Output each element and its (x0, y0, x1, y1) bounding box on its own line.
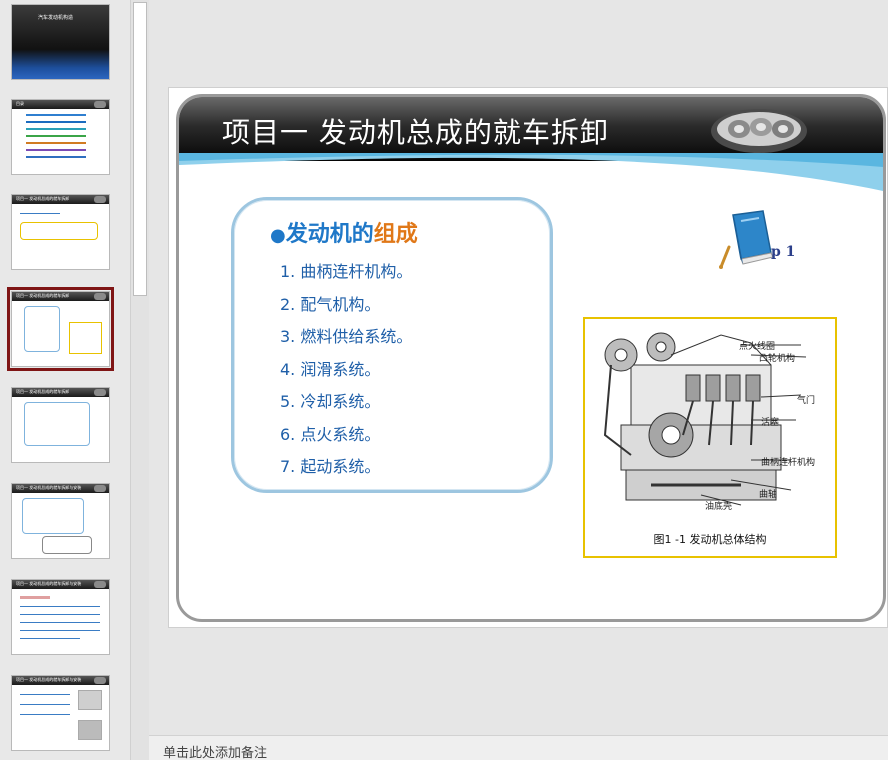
thumbnail-6-header: 项目一 发动机总成的就车拆卸与安装 (12, 484, 109, 493)
thumbnail-2-header: 目录 (12, 100, 109, 109)
thumbnail-8-header: 项目一 发动机总成的就车拆卸与安装 (12, 676, 109, 685)
page-reference: p 1 (771, 244, 796, 260)
slide-thumbnail-1[interactable]: 汽车发动机构造 (11, 4, 110, 80)
list-item: 7. 起动系统。 (280, 457, 381, 476)
thumbnail-3-title: 项目一 发动机总成的就车拆卸 (16, 196, 70, 201)
list-item: 2. 配气机构。 (280, 294, 381, 314)
figure-caption: 图1 -1 发动机总体结构 (653, 533, 767, 546)
list-item: 5. 冷却系统。 (280, 392, 381, 411)
thumbnail-4-header: 项目一 发动机总成的就车拆卸 (12, 292, 109, 301)
thumbnail-2-title: 目录 (16, 101, 24, 106)
engine-photo-icon (711, 109, 807, 153)
label-crankshaft: 曲轴 (759, 490, 778, 500)
thumbnail-6-title: 项目一 发动机总成的就车拆卸与安装 (16, 485, 82, 490)
notes-pane[interactable]: 单击此处添加备注 (149, 735, 888, 760)
composition-heading: ●发动机的组成 (270, 216, 418, 248)
slide-thumbnail-7[interactable]: 项目一 发动机总成的就车拆卸与安装 (11, 579, 110, 655)
slide-thumbnail-pane: 汽车发动机构造 目录 项目一 发动机总成的就车拆卸 项目一 发动机总成的就车拆卸… (0, 0, 130, 760)
label-camshaft: 凸轮机构 (759, 354, 796, 364)
heading-accent-text: 组成 (373, 222, 418, 247)
thumbnail-5-title: 项目一 发动机总成的就车拆卸 (16, 389, 70, 394)
list-item: 3. 燃料供给系统。 (280, 327, 413, 346)
list-item: 1. 曲柄连杆机构。 (280, 262, 413, 281)
thumbnail-7-title: 项目一 发动机总成的就车拆卸与安装 (16, 581, 82, 586)
bullet-dot: ● (270, 225, 286, 246)
thumbnail-4-title: 项目一 发动机总成的就车拆卸 (16, 293, 70, 298)
label-piston: 活塞 (761, 418, 780, 428)
thumbnail-scrollbar-thumb[interactable] (133, 2, 147, 296)
thumbnail-scrollbar[interactable] (130, 0, 149, 760)
thumbnail-3-header: 项目一 发动机总成的就车拆卸 (12, 195, 109, 204)
slide-thumbnail-2[interactable]: 目录 (11, 99, 110, 175)
slide-canvas[interactable]: 项目一 发动机总成的就车拆卸 ●发动机的组成 1. 曲柄连杆机构。 2. 配气机… (168, 87, 888, 628)
heading-main-text: 发动机的 (285, 222, 374, 247)
composition-list: 1. 曲柄连杆机构。 2. 配气机构。 3. 燃料供给系统。 4. 润滑系统。 … (280, 258, 412, 486)
list-item: 4. 润滑系统。 (280, 359, 381, 379)
header-blue-wave (179, 153, 883, 191)
slide-thumbnail-4[interactable]: 项目一 发动机总成的就车拆卸 (7, 287, 114, 371)
slide-editing-area: 项目一 发动机总成的就车拆卸 ●发动机的组成 1. 曲柄连杆机构。 2. 配气机… (149, 0, 888, 735)
list-item: 6. 点火系统。 (280, 424, 381, 444)
slide-frame: 项目一 发动机总成的就车拆卸 ●发动机的组成 1. 曲柄连杆机构。 2. 配气机… (176, 94, 886, 622)
slide-thumbnail-5[interactable]: 项目一 发动机总成的就车拆卸 (11, 387, 110, 463)
label-valve: 气门 (797, 396, 816, 406)
thumbnail-5-header: 项目一 发动机总成的就车拆卸 (12, 388, 109, 397)
slide-title[interactable]: 项目一 发动机总成的就车拆卸 (222, 111, 609, 151)
book-icon[interactable] (719, 209, 779, 271)
label-oil-pan: 油底壳 (705, 502, 733, 512)
thumbnail-7-header: 项目一 发动机总成的就车拆卸与安装 (12, 580, 109, 589)
engine-figure[interactable]: 点火线圈 凸轮机构 气门 活塞 曲柄连杆机构 曲轴 油底壳 图1 -1 发动机总… (583, 317, 837, 558)
notes-placeholder[interactable]: 单击此处添加备注 (163, 742, 267, 760)
composition-content-box[interactable]: ●发动机的组成 1. 曲柄连杆机构。 2. 配气机构。 3. 燃料供给系统。 4… (231, 197, 553, 493)
slide-thumbnail-3[interactable]: 项目一 发动机总成的就车拆卸 (11, 194, 110, 270)
label-crank-mechanism: 曲柄连杆机构 (761, 458, 816, 468)
slide-thumbnail-6[interactable]: 项目一 发动机总成的就车拆卸与安装 (11, 483, 110, 559)
slide-thumbnail-8[interactable]: 项目一 发动机总成的就车拆卸与安装 (11, 675, 110, 751)
thumbnail-8-title: 项目一 发动机总成的就车拆卸与安装 (16, 677, 82, 682)
thumbnail-1-title: 汽车发动机构造 (38, 15, 74, 21)
